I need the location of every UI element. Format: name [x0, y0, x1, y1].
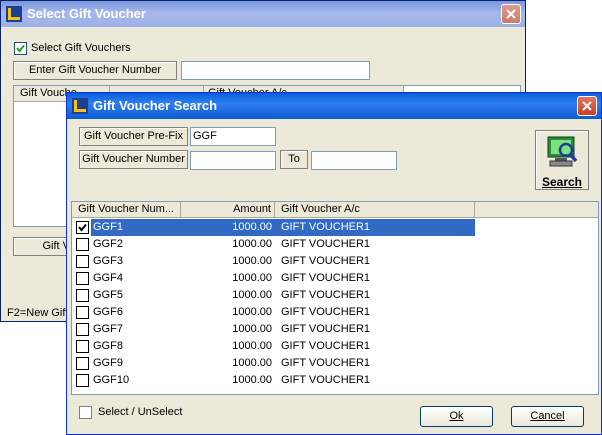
cell-amount: 1000.00	[232, 272, 272, 284]
close-icon	[582, 101, 592, 111]
cell-account: GIFT VOUCHER1	[281, 374, 371, 386]
ok-button[interactable]: Ok	[420, 406, 493, 427]
select-unselect-label: Select / UnSelect	[98, 406, 183, 418]
row-checkbox[interactable]	[76, 255, 89, 268]
cell-amount: 1000.00	[232, 289, 272, 301]
gift-voucher-search-window: Gift Voucher Search Gift Voucher Pre-Fix…	[66, 92, 602, 435]
search-title-bar[interactable]: Gift Voucher Search	[67, 93, 601, 119]
select-gift-vouchers-label: Select Gift Vouchers	[31, 42, 131, 54]
enter-voucher-number-input[interactable]	[181, 61, 370, 80]
column-header-account[interactable]: Gift Voucher A/c	[275, 202, 475, 218]
cell-amount: 1000.00	[181, 219, 275, 236]
row-checkbox[interactable]	[76, 289, 89, 302]
cell-account: GIFT VOUCHER1	[281, 289, 371, 301]
column-header-voucher-number[interactable]: Gift Voucher Num...	[72, 202, 181, 218]
voucher-number-to-input[interactable]	[311, 151, 397, 170]
back-window-title: Select Gift Voucher	[27, 6, 146, 21]
column-header-filler	[475, 202, 598, 218]
row-checkbox[interactable]	[76, 340, 89, 353]
voucher-number-from-input[interactable]	[190, 151, 276, 170]
back-status-text: F2=New Gift	[7, 307, 69, 319]
column-header-amount[interactable]: Amount	[181, 202, 275, 218]
checkmark-icon	[16, 44, 25, 53]
table-row[interactable]: GGF3 1000.00 GIFT VOUCHER1	[72, 253, 598, 270]
cell-amount: 1000.00	[232, 323, 272, 335]
select-unselect-checkbox[interactable]	[79, 406, 92, 419]
table-row[interactable]: GGF2 1000.00 GIFT VOUCHER1	[72, 236, 598, 253]
voucher-rows: GGF1 1000.00 GIFT VOUCHER1 GGF2 1000.00 GIFT …	[72, 219, 598, 394]
cell-account: GIFT VOUCHER1	[275, 219, 475, 236]
cell-voucher-number: GGF2	[93, 238, 123, 250]
to-label: To	[280, 150, 308, 169]
ok-button-label: Ok	[449, 410, 464, 422]
back-close-button[interactable]	[501, 4, 521, 24]
cell-amount: 1000.00	[232, 306, 272, 318]
cell-amount: 1000.00	[232, 238, 272, 250]
search-button-label: Search	[541, 175, 583, 189]
cancel-button-label: Cancel	[530, 410, 565, 422]
cell-voucher-number: GGF7	[93, 323, 123, 335]
cell-account: GIFT VOUCHER1	[281, 255, 371, 267]
cell-voucher-number: GGF4	[93, 272, 123, 284]
cell-amount: 1000.00	[232, 255, 272, 267]
table-row[interactable]: GGF9 1000.00 GIFT VOUCHER1	[72, 355, 598, 372]
enter-voucher-number-label: Enter Gift Voucher Number	[13, 61, 177, 80]
voucher-number-label: Gift Voucher Number	[79, 150, 188, 169]
row-checkbox[interactable]	[76, 374, 89, 387]
table-row[interactable]: GGF1 1000.00 GIFT VOUCHER1	[72, 219, 598, 236]
cell-voucher-number: GGF9	[93, 357, 123, 369]
cell-voucher-number: GGF3	[93, 255, 123, 267]
prefix-input[interactable]: GGF	[190, 127, 276, 146]
cell-account: GIFT VOUCHER1	[281, 357, 371, 369]
table-row[interactable]: GGF6 1000.00 GIFT VOUCHER1	[72, 304, 598, 321]
back-title-bar[interactable]: Select Gift Voucher	[1, 1, 525, 27]
cell-voucher-number: GGF10	[93, 374, 130, 386]
search-button[interactable]: Search	[535, 130, 589, 190]
voucher-results-grid[interactable]: Gift Voucher Num... Amount Gift Voucher …	[71, 201, 599, 395]
prefix-label: Gift Voucher Pre-Fix	[79, 127, 188, 146]
cell-account: GIFT VOUCHER1	[281, 323, 371, 335]
row-checkbox[interactable]	[76, 323, 89, 336]
cell-amount: 1000.00	[232, 374, 272, 386]
cell-account: GIFT VOUCHER1	[281, 306, 371, 318]
cell-voucher-number: GGF6	[93, 306, 123, 318]
table-row[interactable]: GGF10 1000.00 GIFT VOUCHER1	[72, 372, 598, 389]
row-checkbox[interactable]	[76, 272, 89, 285]
cell-voucher-number: GGF1	[91, 219, 181, 236]
select-gift-vouchers-checkbox[interactable]	[14, 42, 27, 55]
row-checkbox[interactable]	[76, 306, 89, 319]
cell-account: GIFT VOUCHER1	[281, 238, 371, 250]
cell-account: GIFT VOUCHER1	[281, 272, 371, 284]
app-logo-icon	[6, 6, 22, 22]
app-logo-icon	[72, 98, 88, 114]
table-row[interactable]: GGF7 1000.00 GIFT VOUCHER1	[72, 321, 598, 338]
cell-voucher-number: GGF8	[93, 340, 123, 352]
cell-voucher-number: GGF5	[93, 289, 123, 301]
cancel-button[interactable]: Cancel	[511, 406, 584, 427]
cell-amount: 1000.00	[232, 357, 272, 369]
checkmark-icon	[78, 223, 87, 232]
table-row[interactable]: GGF5 1000.00 GIFT VOUCHER1	[72, 287, 598, 304]
search-close-button[interactable]	[577, 96, 597, 116]
row-checkbox[interactable]	[76, 221, 89, 234]
close-icon	[506, 9, 516, 19]
row-checkbox[interactable]	[76, 357, 89, 370]
table-row[interactable]: GGF8 1000.00 GIFT VOUCHER1	[72, 338, 598, 355]
table-row[interactable]: GGF4 1000.00 GIFT VOUCHER1	[72, 270, 598, 287]
cell-amount: 1000.00	[232, 340, 272, 352]
search-window-title: Gift Voucher Search	[93, 98, 218, 113]
row-checkbox[interactable]	[76, 238, 89, 251]
cell-account: GIFT VOUCHER1	[281, 340, 371, 352]
search-computer-icon	[547, 136, 578, 167]
back-lower-label: Gift V	[13, 237, 73, 256]
